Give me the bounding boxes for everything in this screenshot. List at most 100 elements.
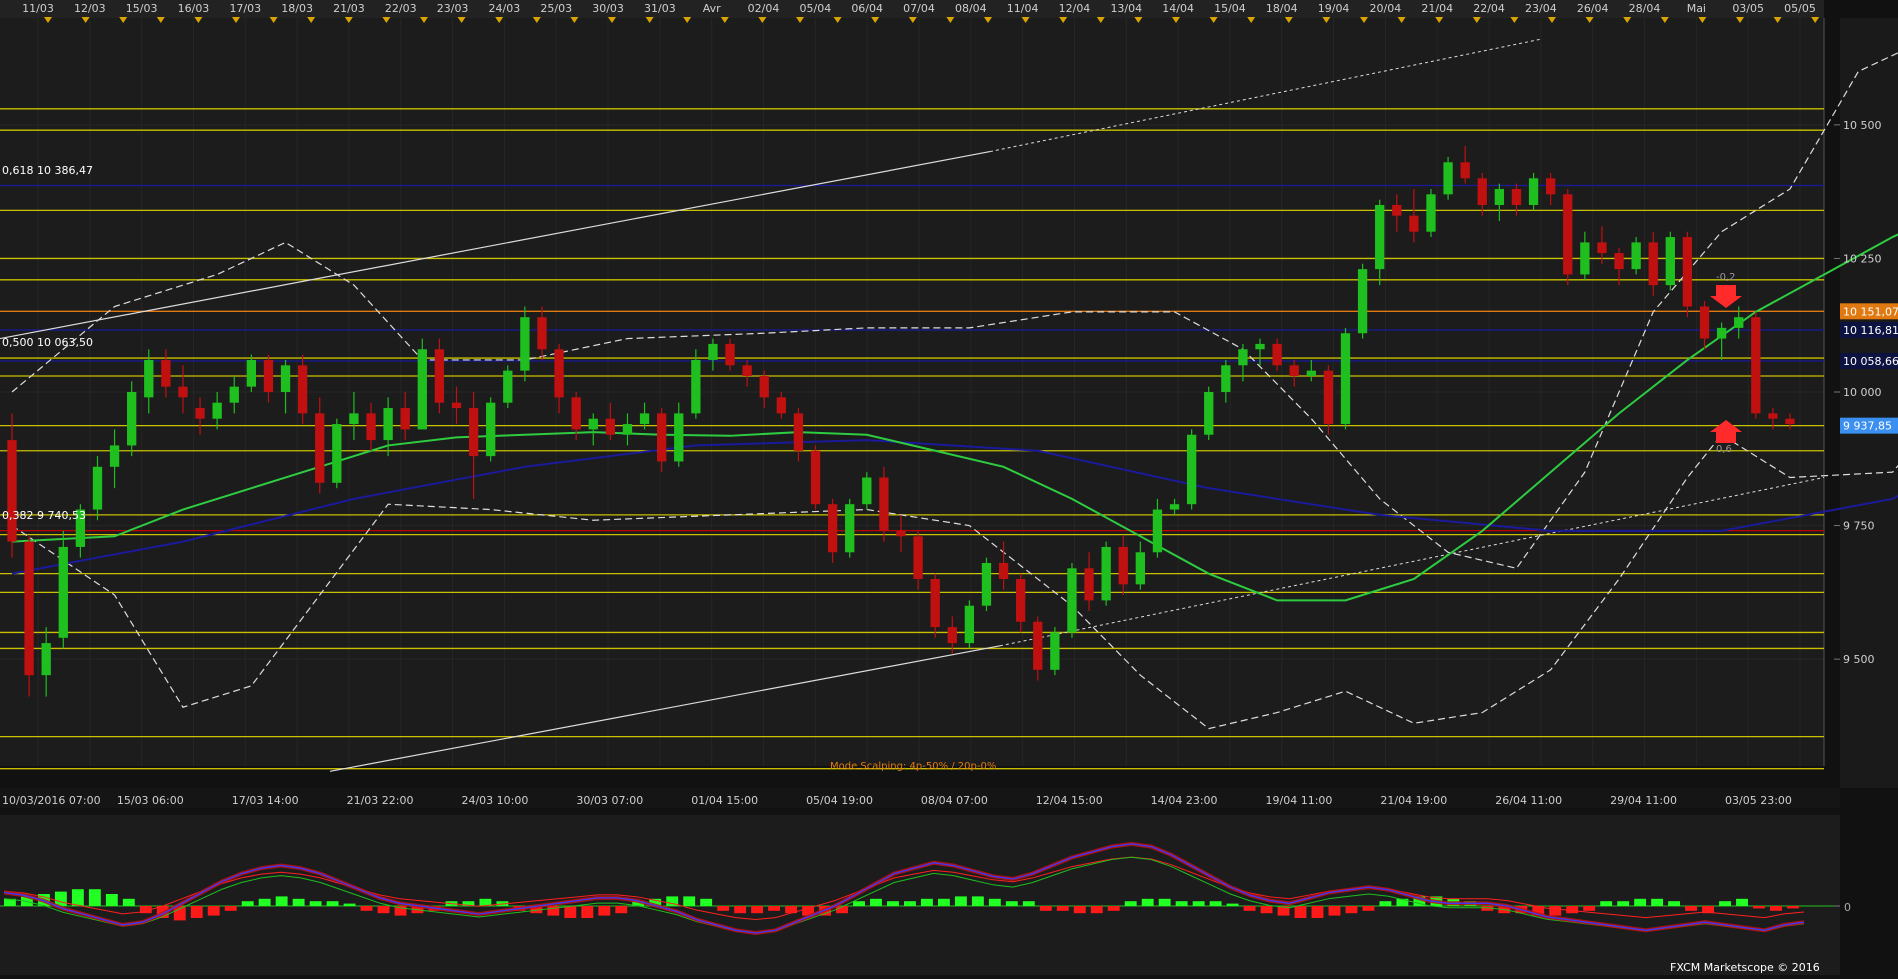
top-date-label: 15/04 [1214, 2, 1246, 15]
oscillator-bar [1685, 906, 1698, 911]
bottom-time-label: 19/04 11:00 [1266, 794, 1333, 807]
candle-body [41, 643, 51, 676]
top-date-label: 13/04 [1110, 2, 1142, 15]
chart-svg: 11/03 12/03 15/03 16/03 17/03 18/03 21/03 22/03… [0, 0, 1898, 975]
candle-body [1511, 188, 1522, 205]
candle-body [1169, 504, 1180, 510]
mode-scalping-text: Mode Scalping: 4p-50% / 20p-0% [830, 761, 996, 772]
bottom-time-label: 14/04 23:00 [1151, 794, 1218, 807]
candle-body [913, 536, 923, 579]
candle-body [1409, 215, 1419, 232]
candle-body [1528, 178, 1539, 205]
candle-body [1580, 242, 1590, 275]
bottom-time-label: 26/04 11:00 [1495, 794, 1562, 807]
candle-body [1084, 568, 1094, 601]
oscillator-bar [1175, 901, 1188, 906]
top-date-label: 18/04 [1266, 2, 1298, 15]
oscillator-bar [920, 898, 933, 906]
top-date-label: 23/04 [1525, 2, 1557, 15]
candle-body [964, 605, 975, 644]
candle-body [468, 408, 479, 457]
candle-body [1682, 237, 1693, 307]
fib-label-0500: 0,500 10 063,50 [2, 336, 93, 349]
top-date-label: 15/03 [126, 2, 158, 15]
y-tick-label: 10 250 [1843, 252, 1882, 265]
top-date-label: 21/03 [333, 2, 365, 15]
oscillator-bar [71, 889, 84, 906]
bottom-time-label: 17/03 14:00 [232, 794, 299, 807]
oscillator-bar [870, 898, 882, 906]
oscillator-bar [1345, 906, 1358, 914]
candle-body [1238, 349, 1248, 366]
candle-body [1289, 365, 1299, 376]
candle-body [1186, 434, 1197, 505]
candle-body [981, 562, 992, 606]
oscillator-zero-label: 0 [1844, 901, 1851, 914]
oscillator-bar [1039, 906, 1052, 911]
top-date-label: 18/03 [281, 2, 313, 15]
bottom-time-label: 01/04 15:00 [691, 794, 758, 807]
oscillator-bar [1651, 898, 1664, 906]
candle-body [1375, 205, 1385, 270]
top-date-label: 23/03 [437, 2, 469, 15]
bottom-time-label: 29/04 11:00 [1610, 794, 1677, 807]
oscillator-bar [988, 898, 1001, 906]
oscillator-bar [1328, 906, 1341, 916]
candle-body [1631, 242, 1641, 270]
oscillator-bar [1379, 901, 1392, 906]
top-date-label: 20/04 [1370, 2, 1402, 15]
top-date-label: 03/05 [1732, 2, 1764, 15]
candle-body [1221, 365, 1231, 392]
oscillator-bar [1158, 898, 1171, 906]
fxcm-watermark: FXCM Marketscope © 2016 [1670, 961, 1820, 974]
oscillator-bar [954, 896, 967, 906]
oscillator-bar [1787, 906, 1799, 909]
candle-body [1768, 413, 1778, 419]
candle-body [92, 466, 103, 510]
candle-body [776, 397, 786, 414]
candle-body [349, 413, 359, 425]
top-date-label: 19/04 [1318, 2, 1350, 15]
top-date-label: Mai [1687, 2, 1706, 15]
top-date-label: 16/03 [178, 2, 210, 15]
oscillator-bar [1294, 906, 1307, 918]
oscillator-bar [224, 906, 237, 911]
candle-body [862, 477, 872, 505]
bottom-time-label: 21/04 19:00 [1380, 794, 1447, 807]
candle-body [793, 413, 804, 451]
candle-body [229, 386, 239, 403]
fib-label-0618: 0,618 10 386,47 [2, 164, 93, 177]
candle-body [708, 343, 718, 360]
oscillator-bar [1583, 906, 1596, 911]
top-date-label: 17/03 [229, 2, 261, 15]
bottom-time-label: 24/03 10:00 [461, 794, 528, 807]
candle-body [656, 413, 667, 462]
top-date-label: 21/04 [1421, 2, 1453, 15]
oscillator-bar [937, 898, 950, 906]
candle-body [588, 418, 598, 430]
candle-body [1340, 333, 1351, 425]
top-date-label: 08/04 [955, 2, 987, 15]
candle-body [1118, 546, 1128, 585]
oscillator-bar [88, 889, 101, 906]
top-date-label: 14/04 [1162, 2, 1194, 15]
price-tag-label: 10 058,66 [1843, 355, 1898, 368]
oscillator-bar [700, 898, 713, 906]
candle-body [947, 627, 957, 644]
candle-body [332, 424, 342, 483]
bottom-time-label: 21/03 22:00 [347, 794, 414, 807]
y-tick-label: 9 750 [1843, 520, 1875, 533]
candle-body [434, 349, 445, 403]
candle-body [537, 317, 547, 350]
bottom-time-label: 10/03/2016 07:00 [2, 794, 101, 807]
oscillator-bar [1566, 906, 1579, 914]
candle-body [195, 408, 205, 419]
candle-body [1392, 205, 1402, 216]
candle-body [1204, 392, 1214, 435]
candle-body [1648, 242, 1658, 286]
candle-body [520, 317, 530, 371]
oscillator-bar [1141, 898, 1154, 906]
candle-body [486, 402, 496, 457]
top-date-label: 05/04 [800, 2, 832, 15]
candle-body [639, 413, 650, 425]
